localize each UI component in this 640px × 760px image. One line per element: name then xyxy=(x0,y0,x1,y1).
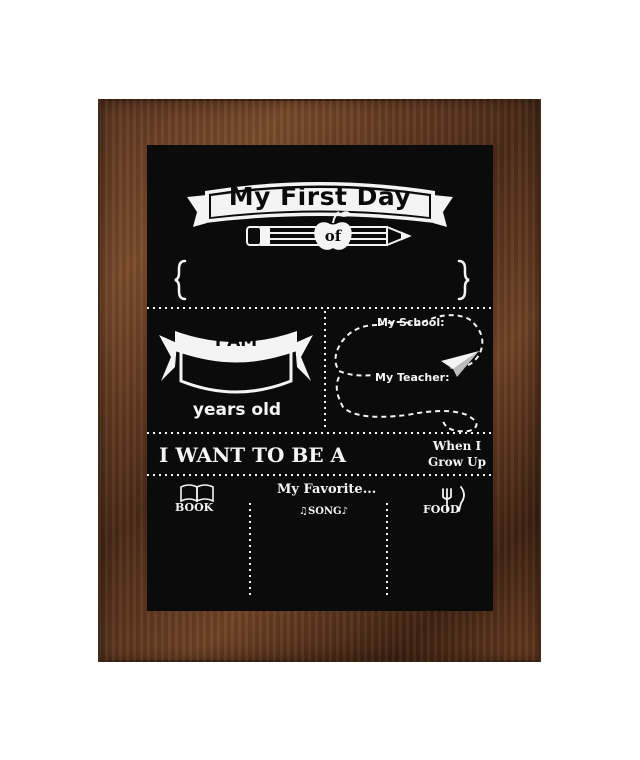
career-note-line1: When I xyxy=(432,439,482,453)
book-icon xyxy=(180,484,214,503)
teacher-label: My Teacher: xyxy=(375,371,450,384)
career-note-line2: Grow Up xyxy=(428,455,486,469)
school-label: My School: xyxy=(377,316,445,329)
favorites-heading: My Favorite... xyxy=(277,482,377,497)
age-label-top: I AM xyxy=(214,331,258,351)
favorite-song-text: SONG xyxy=(307,506,342,517)
favorite-song-label: ♫SONG♪ xyxy=(299,506,348,517)
career-label: I WANT TO BE A xyxy=(159,443,347,467)
favorite-food-label: FOOD xyxy=(423,503,460,516)
name-line-braces xyxy=(174,259,470,301)
chalkboard: My First Day of I AM years old My School… xyxy=(147,145,493,611)
music-note-icon: ♫ xyxy=(299,506,308,517)
favorite-book-label: BOOK xyxy=(175,501,214,514)
age-label-bottom: years old xyxy=(192,400,282,420)
title-main: My First Day xyxy=(228,182,412,211)
music-note-icon: ♪ xyxy=(341,506,348,517)
title-of: of xyxy=(324,227,342,245)
